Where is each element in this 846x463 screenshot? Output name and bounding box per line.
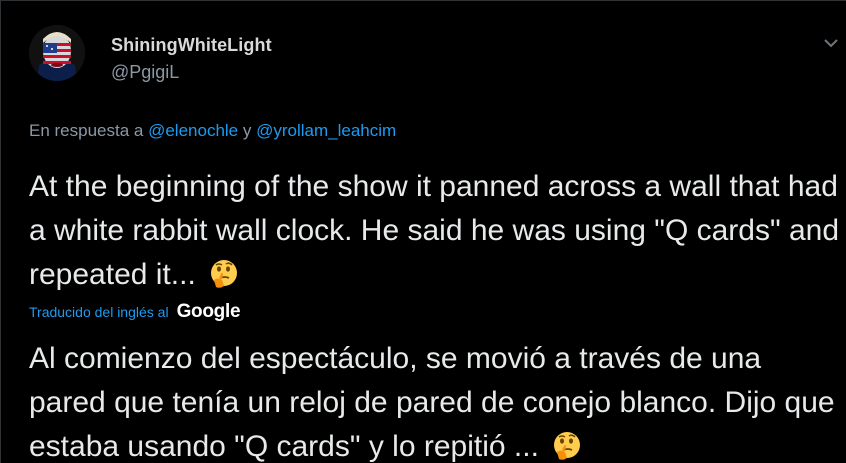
avatar[interactable] — [29, 25, 85, 81]
reply-prefix: En respuesta a — [29, 121, 144, 140]
reply-context: En respuesta a @elenochle y @yrollam_lea… — [29, 121, 396, 141]
google-logo: Google — [176, 301, 241, 322]
original-text: At the beginning of the show it panned a… — [29, 170, 840, 291]
tweet-text-translated: Al comienzo del espectáculo, se movió a … — [29, 337, 841, 463]
author-display-name[interactable]: ShiningWhiteLight — [111, 35, 272, 56]
author-handle[interactable]: @PgigiL — [111, 62, 179, 83]
thinking-face-icon — [554, 432, 581, 460]
tweet-text-original: At the beginning of the show it panned a… — [29, 165, 841, 297]
mention-link-1[interactable]: @elenochle — [148, 121, 238, 140]
chevron-down-icon[interactable] — [822, 36, 840, 50]
translation-label[interactable]: Traducido del inglés al — [29, 304, 169, 320]
thinking-face-icon — [211, 260, 238, 288]
avatar-image — [29, 25, 85, 81]
translation-attribution[interactable]: Traducido del inglés al Google — [29, 301, 241, 323]
reply-connector: y — [242, 121, 252, 140]
tweet-card[interactable]: ShiningWhiteLight @PgigiL En respuesta a… — [0, 0, 846, 463]
mention-link-2[interactable]: @yrollam_leahcim — [256, 121, 396, 140]
translated-text: Al comienzo del espectáculo, se movió a … — [29, 342, 835, 463]
